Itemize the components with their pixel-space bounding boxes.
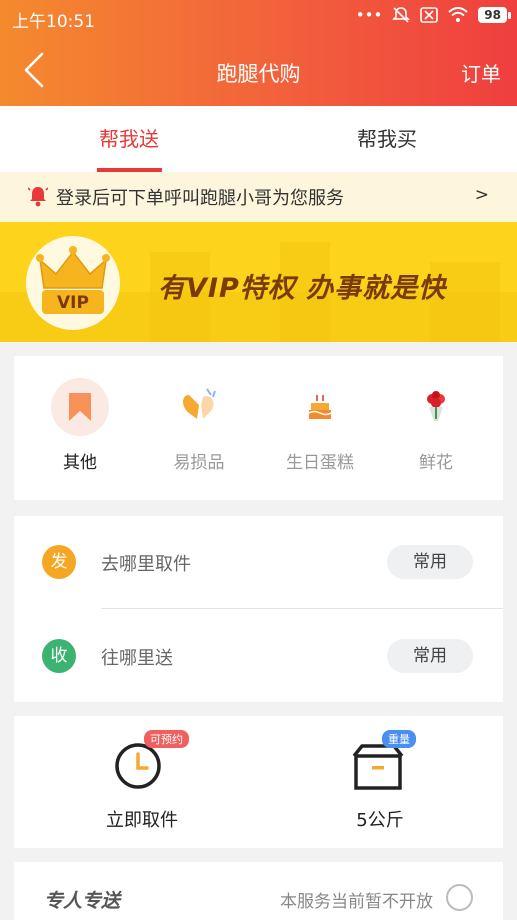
special-delivery-radio[interactable]	[446, 884, 473, 911]
fragile-heart-icon	[170, 378, 228, 436]
weight-option[interactable]: 重量 5公斤	[300, 730, 460, 832]
status-time: 上午10:51	[12, 12, 95, 32]
category-cake[interactable]: 生日蛋糕	[260, 378, 380, 473]
pickup-badge: 发	[42, 545, 76, 579]
pickup-time-option[interactable]: 可预约 立即取件	[62, 730, 222, 832]
orders-link[interactable]: 订单	[461, 58, 501, 87]
clock-icon: 可预约	[114, 730, 189, 792]
sim-off-icon	[420, 7, 439, 23]
more-dots-icon: •••	[355, 6, 383, 24]
delivery-address-row[interactable]: 收 往哪里送 常用	[14, 610, 503, 702]
options-card: 可预约 立即取件 重量 5公斤	[14, 716, 503, 848]
category-label: 鲜花	[419, 453, 453, 473]
pickup-address-row[interactable]: 发 去哪里取件 常用	[14, 516, 503, 608]
status-bar: 上午10:51 ••• 98	[0, 0, 517, 36]
notice-text: 登录后可下单呼叫跑腿小哥为您服务	[56, 188, 344, 209]
box-icon: 重量	[352, 730, 416, 792]
crown-icon: VIP	[36, 246, 110, 314]
cake-icon	[291, 378, 349, 436]
category-label: 易损品	[173, 453, 225, 473]
banner-slogan: 有VIP特权 办事就是快	[158, 273, 447, 304]
pickup-frequent-button[interactable]: 常用	[387, 545, 473, 579]
special-delivery-note: 本服务当前暂不开放	[280, 892, 433, 912]
mute-icon	[392, 7, 411, 23]
flower-icon	[407, 378, 465, 436]
status-icons: ••• 98	[355, 6, 511, 24]
category-card: 其他 易损品 生日蛋糕 鲜花	[14, 356, 503, 500]
vip-crown-badge: VIP	[26, 236, 120, 330]
weight-tag: 重量	[382, 730, 416, 748]
category-other[interactable]: 其他	[20, 378, 140, 473]
svg-text:VIP: VIP	[57, 293, 89, 313]
vip-banner[interactable]: VIP 有VIP特权 办事就是快	[0, 222, 517, 342]
notice-arrow-icon: >	[474, 185, 489, 205]
category-flowers[interactable]: 鲜花	[376, 378, 496, 473]
bell-icon	[28, 187, 48, 207]
delivery-address-input[interactable]: 往哪里送	[101, 644, 173, 670]
category-label: 其他	[63, 453, 97, 473]
option-label: 5公斤	[356, 810, 404, 831]
tab-help-send[interactable]: 帮我送	[0, 106, 258, 172]
category-label: 生日蛋糕	[286, 453, 354, 473]
delivery-badge: 收	[42, 639, 76, 673]
option-label: 立即取件	[106, 810, 178, 831]
bookmark-icon	[51, 378, 109, 436]
special-delivery-card: 专人专送 本服务当前暂不开放	[14, 862, 503, 920]
special-delivery-title: 专人专送	[44, 890, 121, 912]
login-notice[interactable]: 登录后可下单呼叫跑腿小哥为您服务 >	[0, 172, 517, 222]
address-card: 发 去哪里取件 常用 收 往哪里送 常用	[14, 516, 503, 702]
tab-help-buy[interactable]: 帮我买	[258, 106, 516, 172]
delivery-frequent-button[interactable]: 常用	[387, 639, 473, 673]
page-title: 跑腿代购	[216, 62, 301, 86]
pickup-address-input[interactable]: 去哪里取件	[101, 550, 191, 576]
header: 上午10:51 ••• 98 跑腿代购 订单	[0, 0, 517, 106]
reservable-tag: 可预约	[144, 730, 189, 748]
divider	[101, 608, 503, 609]
wifi-icon	[448, 7, 468, 22]
category-fragile[interactable]: 易损品	[139, 378, 259, 473]
tab-bar: 帮我送 帮我买	[0, 106, 517, 172]
battery-indicator: 98	[478, 7, 511, 23]
